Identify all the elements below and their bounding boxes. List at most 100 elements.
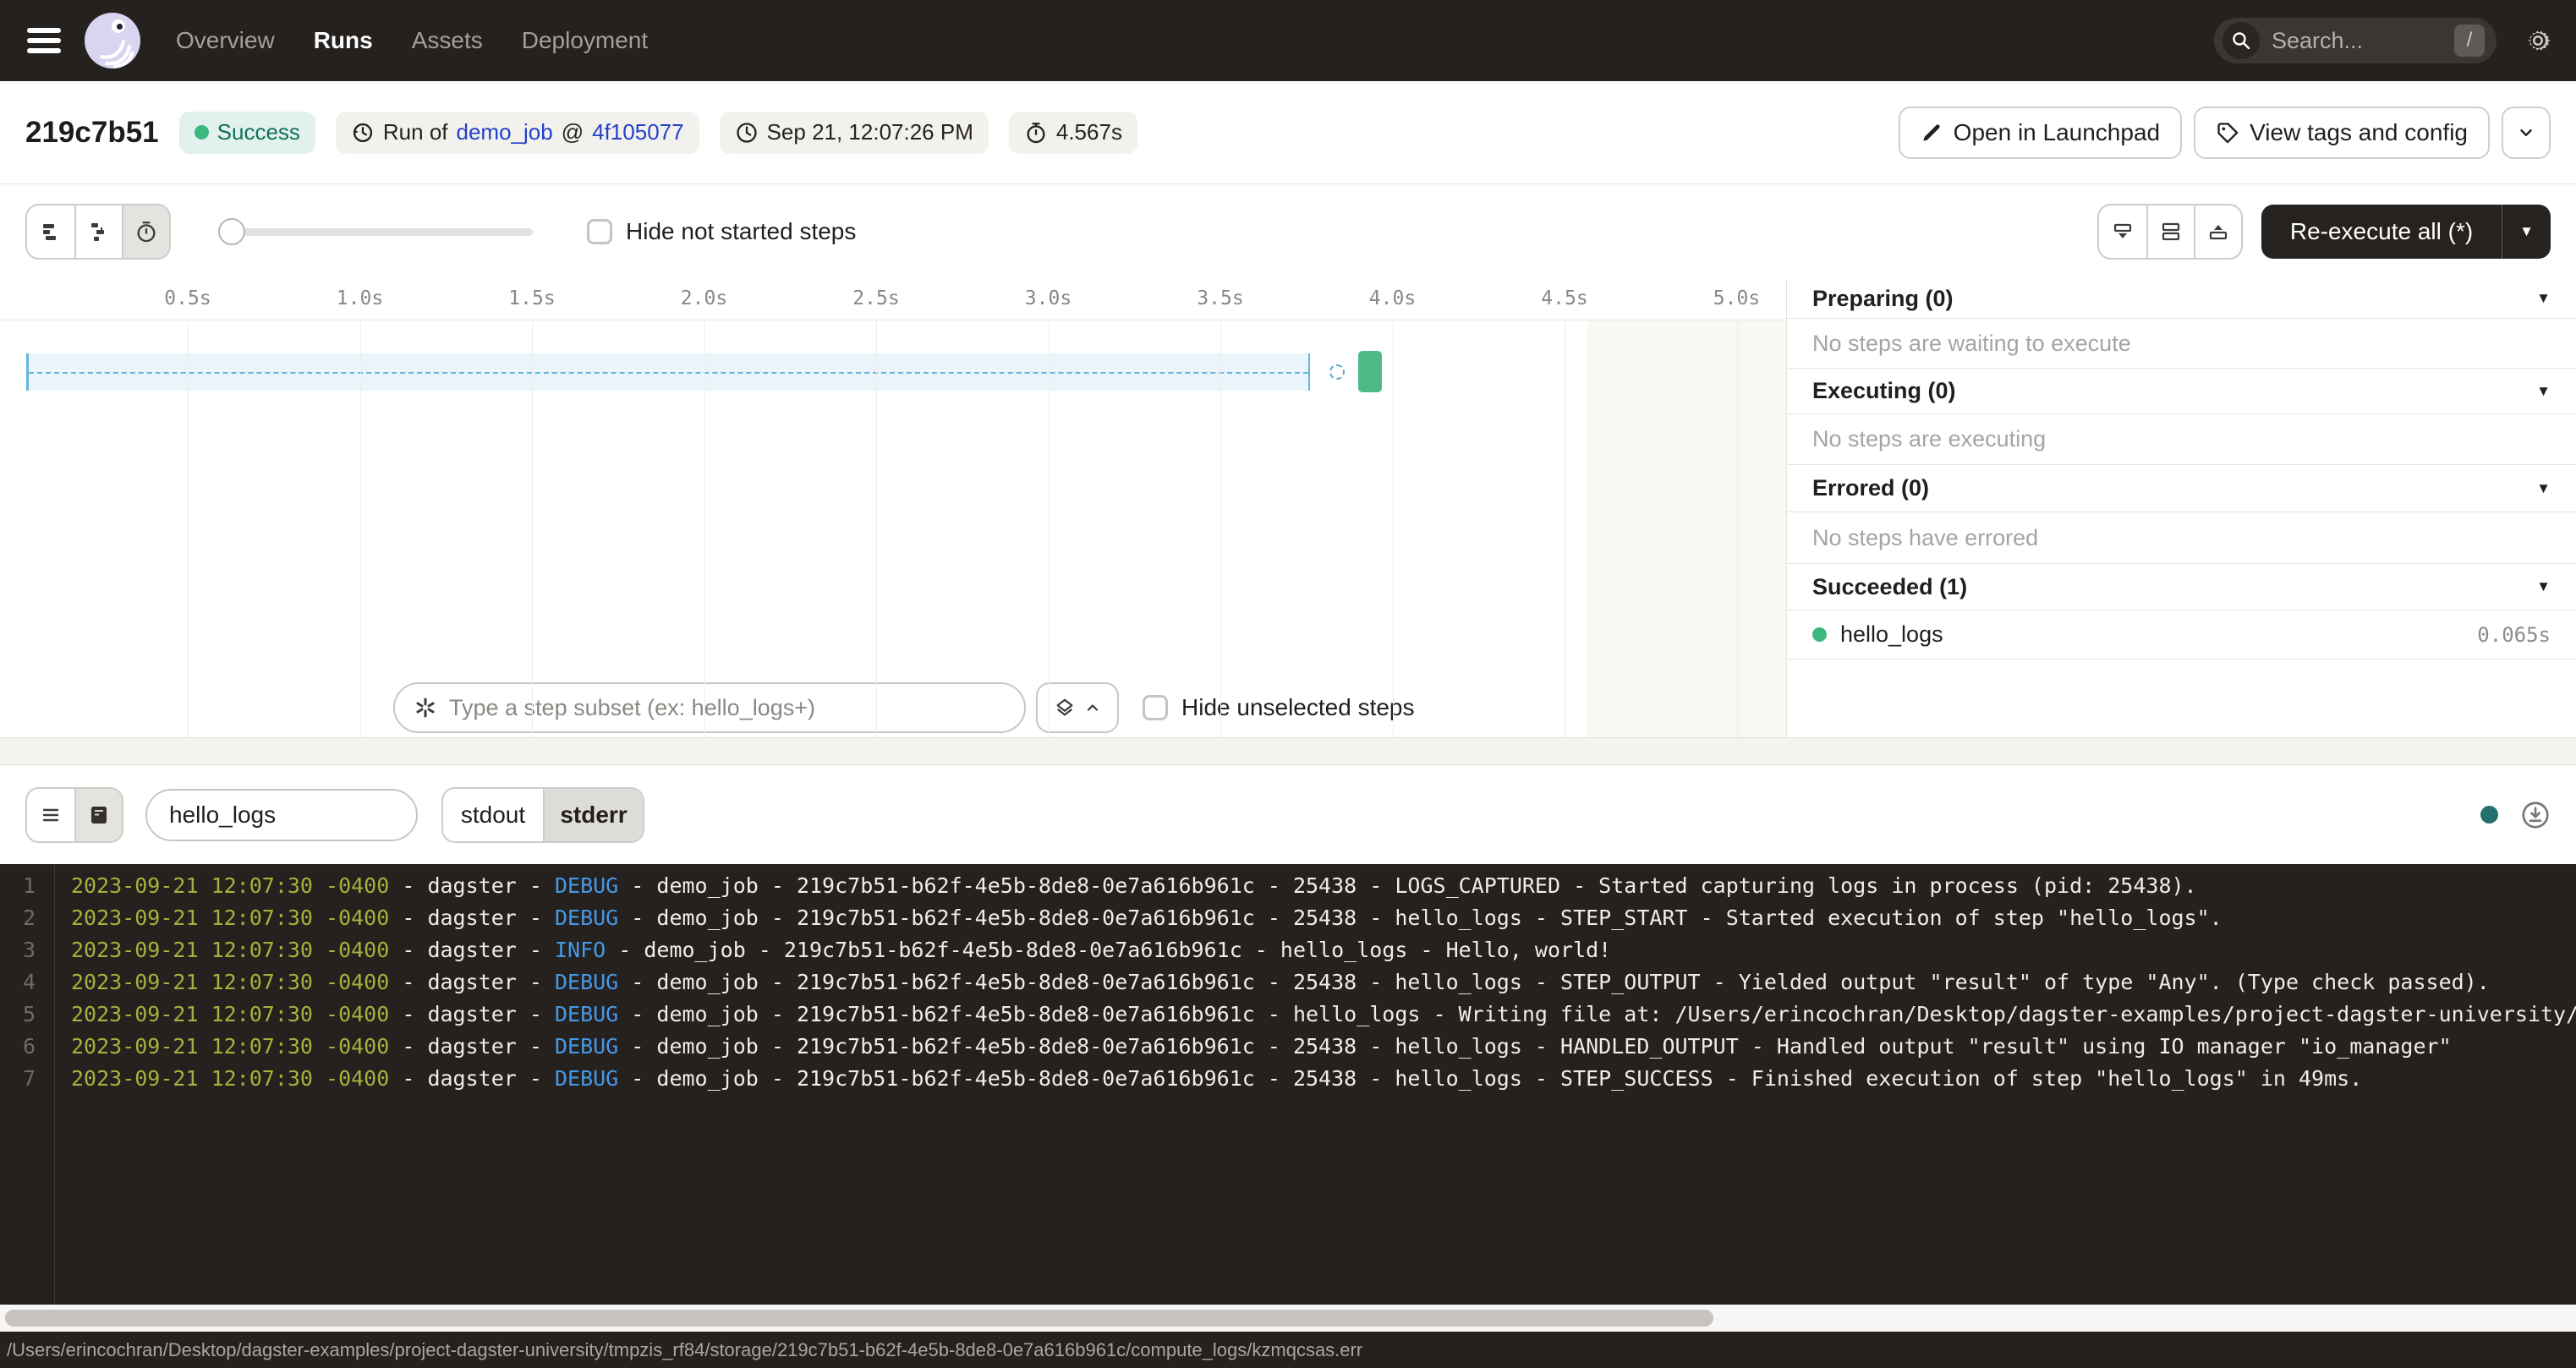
nav-item-runs[interactable]: Runs [314, 27, 373, 54]
step-name[interactable]: hello_logs [1840, 621, 1943, 648]
gridline [876, 320, 877, 737]
line-number: 2 [0, 902, 54, 934]
raw-log-view-button[interactable] [74, 789, 122, 841]
axis-tick-label: 3.0s [1025, 287, 1072, 309]
log-line: 32023-09-21 12:07:30 -0400 - dagster - I… [0, 934, 2576, 966]
line-number: 6 [0, 1031, 54, 1063]
log-view-mode-group [25, 787, 123, 843]
slider-track[interactable] [218, 228, 533, 236]
log-status-dot-icon [2480, 806, 2498, 824]
section-preparing-header[interactable]: Preparing (0)▼ [1787, 279, 2576, 319]
horizontal-scrollbar[interactable] [0, 1305, 2576, 1332]
reexecute-dropdown-caret[interactable]: ▼ [2502, 205, 2551, 259]
line-number-gutter-divider [54, 864, 55, 1305]
log-file-path: /Users/erincochran/Desktop/dagster-examp… [7, 1339, 1362, 1361]
download-icon[interactable] [2520, 800, 2551, 830]
gantt-chart[interactable]: Hide unselected steps [0, 320, 1786, 737]
gridline [360, 320, 361, 737]
axis-tick-label: 0.5s [164, 287, 211, 309]
raw-log-viewer[interactable]: 12023-09-21 12:07:30 -0400 - dagster - D… [0, 864, 2576, 1305]
history-icon [351, 121, 375, 145]
op-selector-icon [414, 696, 437, 720]
section-executing-header[interactable]: Executing (0)▼ [1787, 369, 2576, 414]
nav-item-assets[interactable]: Assets [412, 27, 483, 54]
dagster-logo-icon[interactable] [85, 13, 140, 68]
collapse-bottom-pane-button[interactable] [2099, 205, 2146, 258]
stdio-tabs: stdout stderr [441, 787, 644, 843]
run-id-title: 219c7b51 [25, 116, 159, 150]
axis-tick-label: 2.5s [852, 287, 899, 309]
chevron-down-icon: ▼ [2536, 383, 2551, 400]
log-step-filter-input[interactable] [169, 802, 394, 829]
step-status-panel: Preparing (0)▼ No steps are waiting to e… [1786, 279, 2576, 737]
duration-tag: 4.567s [1009, 112, 1137, 154]
clock-icon [735, 121, 759, 145]
slider-handle[interactable] [218, 218, 245, 245]
snapshot-link[interactable]: 4f105077 [592, 119, 683, 145]
gantt-time-axis: 0.5s1.0s1.5s2.0s2.5s3.0s3.5s4.0s4.5s5.0s [0, 279, 1786, 320]
section-errored-header[interactable]: Errored (0)▼ [1787, 465, 2576, 512]
search-icon [2222, 22, 2260, 59]
log-line: 22023-09-21 12:07:30 -0400 - dagster - D… [0, 902, 2576, 934]
section-executing-empty: No steps are executing [1787, 414, 2576, 465]
axis-tick-label: 2.0s [681, 287, 727, 309]
step-run-bar[interactable] [1358, 351, 1382, 392]
job-link[interactable]: demo_job [457, 119, 553, 145]
step-waiting-bar[interactable] [26, 353, 1310, 391]
section-succeeded-header[interactable]: Succeeded (1)▼ [1787, 564, 2576, 610]
split-panes-button[interactable] [2146, 205, 2194, 258]
step-duration: 0.065s [2477, 623, 2551, 647]
waiting-dashed-line [29, 372, 1308, 374]
line-number: 1 [0, 870, 54, 902]
nav-item-overview[interactable]: Overview [176, 27, 275, 54]
tab-stderr[interactable]: stderr [543, 789, 643, 841]
gridline [704, 320, 705, 737]
chevron-down-icon: ▼ [2536, 290, 2551, 307]
pane-divider[interactable] [0, 737, 2576, 765]
search-box[interactable]: / [2214, 18, 2497, 63]
nav-item-deployment[interactable]: Deployment [522, 27, 648, 54]
tab-stdout[interactable]: stdout [443, 789, 543, 841]
gantt-zoom-slider[interactable] [218, 219, 533, 244]
chevron-down-icon: ▼ [2536, 480, 2551, 497]
menu-icon[interactable] [27, 28, 61, 53]
collapse-top-pane-button[interactable] [2194, 205, 2241, 258]
log-step-filter[interactable] [145, 789, 418, 841]
step-subset-row: Hide unselected steps [393, 682, 1415, 733]
succeeded-step-row[interactable]: hello_logs 0.065s [1787, 610, 2576, 659]
open-in-launchpad-button[interactable]: Open in Launchpad [1899, 107, 2182, 159]
run-of-tag: Run of demo_job @ 4f105077 [336, 112, 699, 154]
stopwatch-icon [134, 220, 158, 244]
run-actions-dropdown-button[interactable] [2502, 107, 2551, 159]
step-start-marker-icon[interactable] [1329, 364, 1345, 380]
gridline [532, 320, 533, 737]
log-line: 62023-09-21 12:07:30 -0400 - dagster - D… [0, 1031, 2576, 1063]
pencil-icon [1921, 121, 1943, 144]
scrollbar-thumb[interactable] [5, 1310, 1713, 1327]
hide-not-started-label: Hide not started steps [626, 218, 856, 245]
hide-unselected-checkbox[interactable] [1143, 695, 1168, 720]
section-errored-empty: No steps have errored [1787, 512, 2576, 564]
structured-log-view-button[interactable] [27, 789, 74, 841]
section-preparing-empty: No steps are waiting to execute [1787, 319, 2576, 369]
pane-layout-group [2097, 204, 2243, 260]
run-header: 219c7b51 Success Run of demo_job @ 4f105… [0, 81, 2576, 184]
step-subset-input[interactable] [449, 695, 973, 721]
reexecute-all-button[interactable]: Re-execute all (*) ▼ [2261, 205, 2551, 259]
step-success-dot-icon [1812, 627, 1827, 642]
status-badge: Success [179, 112, 315, 154]
search-input[interactable] [2272, 28, 2432, 54]
line-number: 4 [0, 966, 54, 999]
hide-not-started-checkbox[interactable] [587, 219, 612, 244]
view-tags-config-button[interactable]: View tags and config [2194, 107, 2490, 159]
view-mode-waterfall-button[interactable] [74, 205, 122, 258]
step-subset-input-wrap[interactable] [393, 682, 1026, 733]
view-mode-timed-button[interactable] [122, 205, 169, 258]
beyond-run-end-region [1587, 320, 1786, 737]
view-mode-flat-button[interactable] [27, 205, 74, 258]
log-line: 12023-09-21 12:07:30 -0400 - dagster - D… [0, 870, 2576, 902]
axis-tick-label: 1.0s [337, 287, 383, 309]
log-file-status-bar: /Users/erincochran/Desktop/dagster-examp… [0, 1332, 2576, 1368]
gear-icon[interactable] [2522, 25, 2554, 57]
log-toolbar: stdout stderr [0, 765, 2576, 864]
